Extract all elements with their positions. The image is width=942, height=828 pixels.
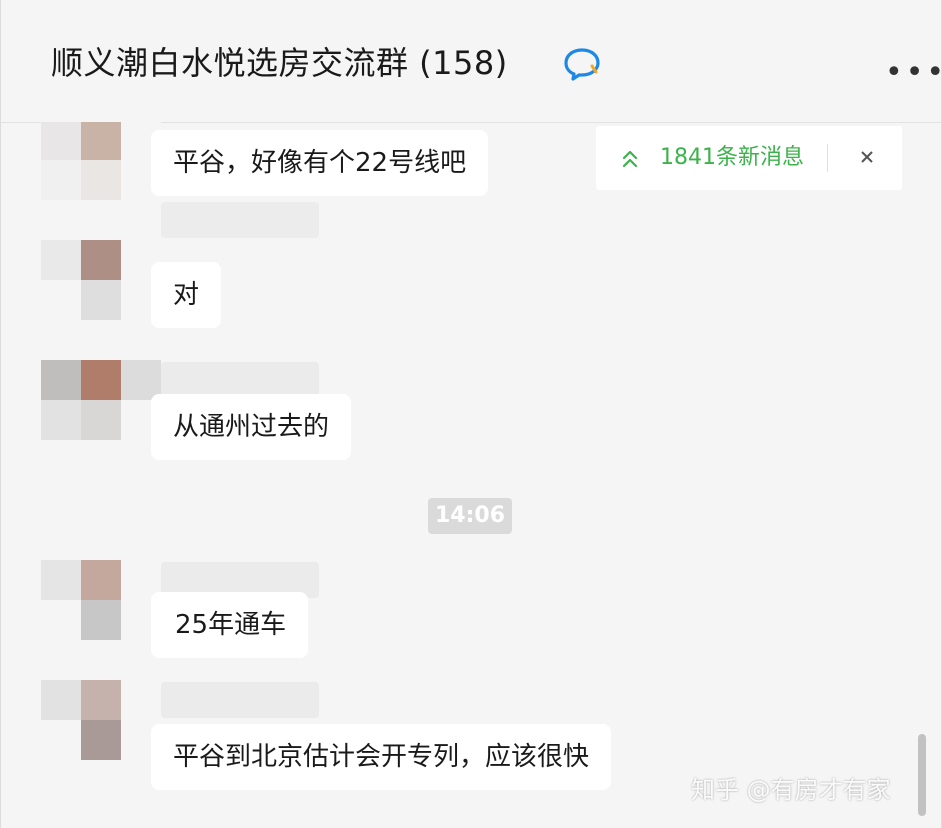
message-bubble[interactable]: 从通州过去的	[151, 394, 352, 460]
avatar[interactable]	[41, 360, 161, 440]
group-title: 顺义潮白水悦选房交流群 (158)	[51, 44, 508, 82]
message-bubble[interactable]: 平谷到北京估计会开专列，应该很快	[151, 724, 612, 790]
new-messages-label[interactable]: 1841条新消息	[660, 126, 804, 190]
avatar[interactable]	[41, 122, 161, 200]
message-list[interactable]: 平谷，好像有个22号线吧 对 从通州过去的 14:06 25年通车 平谷到北京估…	[1, 122, 941, 828]
sender-name	[161, 202, 319, 238]
avatar[interactable]	[41, 560, 161, 640]
chat-bubble-icon[interactable]	[562, 46, 602, 82]
scrollbar-thumb[interactable]	[918, 734, 926, 816]
more-icon[interactable]: •••	[885, 58, 942, 88]
sender-name	[161, 362, 319, 398]
chat-header: 顺义潮白水悦选房交流群 (158) •••	[1, 0, 942, 123]
message-bubble[interactable]: 25年通车	[151, 592, 309, 658]
message-bubble[interactable]: 平谷，好像有个22号线吧	[151, 130, 489, 196]
divider	[827, 144, 828, 172]
message-bubble[interactable]: 对	[151, 262, 222, 328]
new-messages-banner[interactable]: 1841条新消息	[596, 126, 902, 190]
sender-name	[161, 682, 319, 718]
chat-window: 顺义潮白水悦选房交流群 (158) ••• 平谷，好像有个22号线吧 对 从通州…	[0, 0, 942, 828]
avatar[interactable]	[41, 240, 161, 320]
avatar[interactable]	[41, 680, 161, 760]
close-icon[interactable]	[852, 142, 882, 172]
watermark: 知乎 @有房才有家	[691, 776, 891, 804]
time-divider: 14:06	[428, 498, 512, 534]
double-chevron-up-icon	[622, 150, 638, 168]
